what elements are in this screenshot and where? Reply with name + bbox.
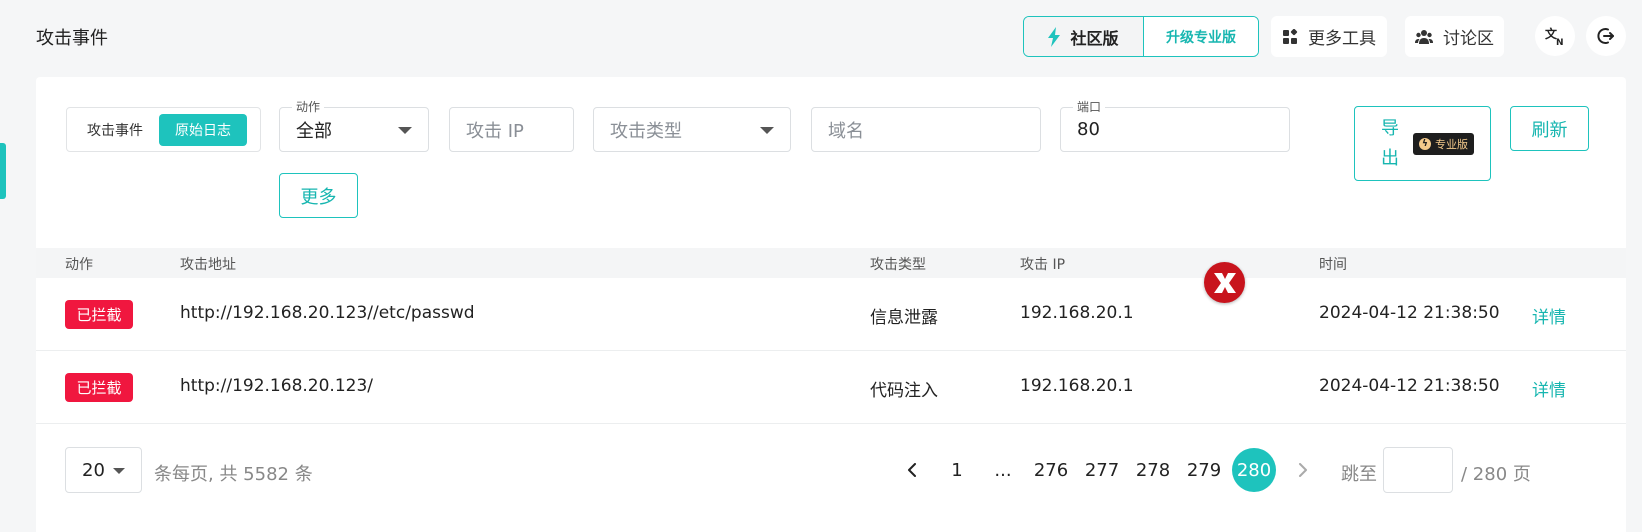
more-filters-button[interactable]: 更多 xyxy=(279,173,358,218)
pagination-total: 条每页, 共 5582 条 xyxy=(154,464,313,485)
page-button-278[interactable]: 278 xyxy=(1132,449,1174,491)
total-pages-label: / 280 页 xyxy=(1461,464,1531,485)
table-row: 已拦截 http://192.168.20.123//etc/passwd 信息… xyxy=(36,278,1626,351)
grid-icon xyxy=(1283,28,1298,44)
brand-x-logo-icon xyxy=(1204,262,1245,303)
table-header: 动作 攻击地址 攻击类型 攻击 IP 时间 xyxy=(36,248,1626,278)
table-row: 已拦截 http://192.168.20.123/ 代码注入 192.168.… xyxy=(36,351,1626,424)
segment-raw-logs[interactable]: 原始日志 xyxy=(159,113,247,146)
refresh-button[interactable]: 刷新 xyxy=(1510,106,1589,151)
page: 攻击事件 社区版 升级专业版 更多工具 讨论区 文 N 攻击事件 原始日志 动作… xyxy=(0,0,1642,532)
port-input[interactable]: 端口 80 xyxy=(1060,98,1290,152)
attack-time: 2024-04-12 21:38:50 xyxy=(1319,303,1500,323)
upgrade-pro-button[interactable]: 升级专业版 xyxy=(1143,17,1258,56)
export-label-char-1: 导 xyxy=(1381,117,1399,139)
forum-label: 讨论区 xyxy=(1443,29,1494,49)
domain-placeholder: 域名 xyxy=(828,120,864,142)
pro-badge-label: 专业版 xyxy=(1435,137,1468,151)
chevron-right-icon xyxy=(1299,463,1307,477)
attack-ip: 192.168.20.1 xyxy=(1020,376,1134,396)
domain-input[interactable]: 域名 xyxy=(811,107,1041,152)
detail-link[interactable]: 详情 xyxy=(1532,303,1566,328)
page-title: 攻击事件 xyxy=(36,28,108,49)
export-label: 导 出 xyxy=(1381,114,1399,174)
page-button-1[interactable]: 1 xyxy=(936,449,978,491)
svg-text:N: N xyxy=(1556,38,1564,46)
main-card: 攻击事件 原始日志 动作 全部 攻击 IP 攻击类型 域名 端口 80 更多 导… xyxy=(36,77,1626,532)
chevron-left-icon xyxy=(908,463,916,477)
language-icon: 文 N xyxy=(1545,26,1564,46)
next-page-button[interactable] xyxy=(1282,449,1324,491)
page-ellipsis[interactable]: ... xyxy=(982,449,1024,491)
attack-url: http://192.168.20.123//etc/passwd xyxy=(180,303,475,323)
left-accent-strip xyxy=(0,143,6,199)
community-edition-label: 社区版 xyxy=(1070,28,1119,48)
jump-to-label: 跳至 xyxy=(1341,464,1377,485)
page-button-current[interactable]: 280 xyxy=(1232,448,1276,492)
attack-type: 信息泄露 xyxy=(870,308,938,328)
users-icon xyxy=(1415,29,1433,44)
lightning-icon xyxy=(1048,26,1061,47)
export-label-char-2: 出 xyxy=(1381,147,1399,169)
attack-type-select[interactable]: 攻击类型 xyxy=(593,107,791,152)
action-select-label: 动作 xyxy=(292,98,325,115)
attack-ip-placeholder: 攻击 IP xyxy=(466,120,524,142)
community-edition-button[interactable]: 社区版 xyxy=(1024,17,1143,56)
attack-url: http://192.168.20.123/ xyxy=(180,376,373,396)
port-value: 80 xyxy=(1077,119,1100,140)
more-tools-button[interactable]: 更多工具 xyxy=(1271,16,1387,57)
export-button[interactable]: 导 出 ϟ 专业版 xyxy=(1354,106,1491,181)
pro-badge: ϟ 专业版 xyxy=(1413,132,1474,155)
detail-link[interactable]: 详情 xyxy=(1532,376,1566,401)
caret-down-icon xyxy=(113,468,125,474)
attack-ip: 192.168.20.1 xyxy=(1020,303,1134,323)
forum-button[interactable]: 讨论区 xyxy=(1405,16,1504,57)
segment-attack-events[interactable]: 攻击事件 xyxy=(71,114,159,146)
port-label: 端口 xyxy=(1073,98,1106,115)
caret-down-icon xyxy=(760,127,774,134)
page-button-276[interactable]: 276 xyxy=(1030,449,1072,491)
logout-icon xyxy=(1597,28,1614,44)
more-tools-label: 更多工具 xyxy=(1308,29,1376,49)
jump-to-page-input[interactable] xyxy=(1383,447,1453,493)
column-header-action: 动作 xyxy=(65,257,93,273)
edition-switch: 社区版 升级专业版 xyxy=(1023,16,1259,57)
attack-type: 代码注入 xyxy=(870,381,938,401)
logout-button[interactable] xyxy=(1586,16,1626,56)
action-select[interactable]: 动作 全部 xyxy=(279,98,429,152)
page-size-value: 20 xyxy=(82,459,105,481)
caret-down-icon xyxy=(398,127,412,134)
x-mark-icon xyxy=(1213,272,1236,293)
language-toggle-button[interactable]: 文 N xyxy=(1535,16,1575,56)
attack-time: 2024-04-12 21:38:50 xyxy=(1319,376,1500,396)
view-segment: 攻击事件 原始日志 xyxy=(66,107,261,152)
attack-ip-input[interactable]: 攻击 IP xyxy=(449,107,574,152)
pro-icon: ϟ xyxy=(1419,137,1431,150)
column-header-type: 攻击类型 xyxy=(870,257,926,273)
prev-page-button[interactable] xyxy=(891,449,933,491)
action-select-value: 全部 xyxy=(296,120,332,142)
column-header-url: 攻击地址 xyxy=(180,257,236,273)
attack-type-placeholder: 攻击类型 xyxy=(610,120,682,142)
blocked-badge: 已拦截 xyxy=(65,373,133,402)
blocked-badge: 已拦截 xyxy=(65,300,133,329)
column-header-time: 时间 xyxy=(1319,257,1347,273)
page-button-279[interactable]: 279 xyxy=(1183,449,1225,491)
column-header-ip: 攻击 IP xyxy=(1020,257,1066,273)
page-size-select[interactable]: 20 xyxy=(65,447,142,493)
page-button-277[interactable]: 277 xyxy=(1081,449,1123,491)
